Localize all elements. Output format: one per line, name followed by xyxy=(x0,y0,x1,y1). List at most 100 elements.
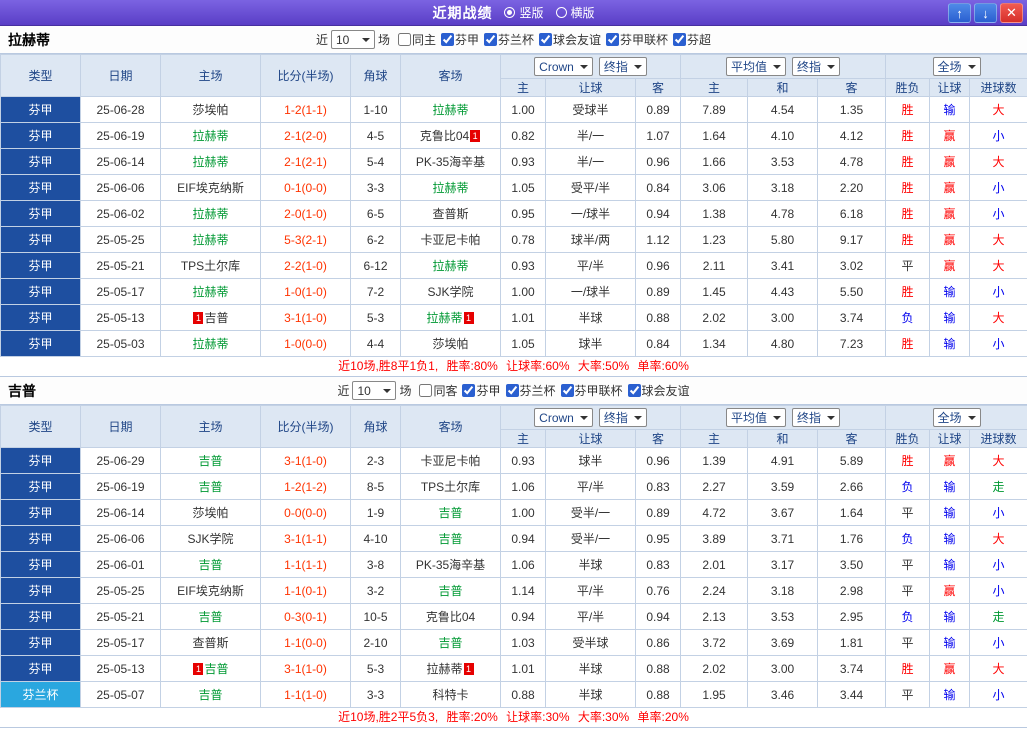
table-row: 芬甲 25-05-17 拉赫蒂 1-0(1-0) 7-2 SJK学院 1.00 一/球半 0.8… xyxy=(0,278,1027,305)
filter-option-3[interactable]: 芬甲联杯 xyxy=(556,382,623,399)
filter-option-1[interactable]: 芬甲 xyxy=(457,382,501,399)
team-link[interactable]: 拉赫蒂 xyxy=(192,207,228,221)
team-link[interactable]: 克鲁比04 xyxy=(426,610,475,624)
team-link[interactable]: 吉普 xyxy=(198,454,222,468)
team-link[interactable]: 吉普 xyxy=(438,506,462,520)
full-match-select[interactable]: 全场 xyxy=(932,408,981,427)
final-odds-select-euro[interactable]: 终指 xyxy=(792,57,841,76)
team-link[interactable]: 拉赫蒂 xyxy=(192,337,228,351)
filter-option-3[interactable]: 球会友谊 xyxy=(534,31,601,48)
final-odds-select-euro[interactable]: 终指 xyxy=(792,408,841,427)
team-link[interactable]: SJK学院 xyxy=(427,285,473,299)
team-link[interactable]: 拉赫蒂 xyxy=(426,311,462,325)
team-link[interactable]: SJK学院 xyxy=(187,532,233,546)
team-link[interactable]: 查普斯 xyxy=(192,636,228,650)
close-button[interactable]: ✕ xyxy=(1000,3,1023,23)
team-link[interactable]: 拉赫蒂 xyxy=(426,662,462,676)
team-link[interactable]: PK-35海辛基 xyxy=(416,558,485,572)
filter-option-2[interactable]: 芬兰杯 xyxy=(479,31,534,48)
filter-option-0[interactable]: 同客 xyxy=(414,382,457,399)
team-link[interactable]: 拉赫蒂 xyxy=(432,103,468,117)
filter-option-4[interactable]: 芬甲联杯 xyxy=(601,31,668,48)
final-odds-select-asian[interactable]: 终指 xyxy=(598,57,647,76)
team-link[interactable]: 拉赫蒂 xyxy=(192,285,228,299)
team-link[interactable]: 科特卡 xyxy=(432,688,468,702)
team-link[interactable]: 卡亚尼卡帕 xyxy=(420,233,480,247)
team-link[interactable]: TPS土尔库 xyxy=(181,259,240,273)
team-link[interactable]: 吉普 xyxy=(438,584,462,598)
filter-checkbox[interactable] xyxy=(397,32,411,46)
team-link[interactable]: EIF埃克纳斯 xyxy=(177,584,244,598)
team-link[interactable]: 查普斯 xyxy=(432,207,468,221)
asian-handicap-cell: 受半球 xyxy=(545,629,636,656)
filter-checkbox[interactable] xyxy=(440,32,454,46)
col-corners: 角球 xyxy=(350,405,401,448)
summary-text: 近10场,胜2平5负3, 胜率:20% 让球率:30% 大率:30% 单率:20… xyxy=(338,710,689,724)
team-link[interactable]: 莎埃帕 xyxy=(432,337,468,351)
team-link[interactable]: 吉普 xyxy=(438,636,462,650)
euro-draw-odds-cell: 3.71 xyxy=(747,525,819,552)
radio-vertical-layout[interactable]: 竖版 xyxy=(504,4,544,21)
team-link[interactable]: 莎埃帕 xyxy=(192,506,228,520)
scroll-down-button[interactable]: ↓ xyxy=(974,3,997,23)
filter-option-0[interactable]: 同主 xyxy=(393,31,436,48)
team-link[interactable]: 吉普 xyxy=(204,311,228,325)
filter-option-5[interactable]: 芬超 xyxy=(668,31,711,48)
average-select[interactable]: 平均值 xyxy=(726,408,787,427)
recent-count-select[interactable]: 10 xyxy=(352,381,397,400)
filter-checkbox[interactable] xyxy=(484,32,497,46)
team-link[interactable]: 拉赫蒂 xyxy=(192,155,228,169)
filter-checkbox[interactable] xyxy=(539,32,553,46)
filter-checkbox[interactable] xyxy=(419,383,433,397)
team-link[interactable]: 克鲁比04 xyxy=(420,129,469,143)
team-link[interactable]: TPS土尔库 xyxy=(421,480,480,494)
team-link[interactable]: 卡亚尼卡帕 xyxy=(420,454,480,468)
team-link[interactable]: 吉普 xyxy=(198,558,222,572)
full-match-select[interactable]: 全场 xyxy=(932,57,981,76)
filter-checkboxes: 同主 芬甲 芬兰杯 球会友谊 芬甲联杯 芬超 xyxy=(393,31,711,49)
date-cell: 25-05-03 xyxy=(80,330,161,357)
team-link[interactable]: 拉赫蒂 xyxy=(432,259,468,273)
euro-away-odds-cell: 4.12 xyxy=(817,122,887,149)
team-link[interactable]: PK-35海辛基 xyxy=(416,155,485,169)
filter-checkbox[interactable] xyxy=(627,383,641,397)
team-link[interactable]: 拉赫蒂 xyxy=(432,181,468,195)
filter-checkbox[interactable] xyxy=(505,383,519,397)
asian-handicap-cell: 球半 xyxy=(545,330,636,357)
asian-home-odds-cell: 0.82 xyxy=(500,122,546,149)
team-section: 吉普 近 10 场 同客 芬甲 芬兰杯 芬甲联杯 球会友谊 类型 日期 主场 比… xyxy=(0,377,1027,728)
filter-option-2[interactable]: 芬兰杯 xyxy=(501,382,556,399)
average-select[interactable]: 平均值 xyxy=(726,57,787,76)
bookmaker-select[interactable]: Crown xyxy=(534,408,593,427)
filter-checkbox[interactable] xyxy=(673,32,687,46)
team-link[interactable]: EIF埃克纳斯 xyxy=(177,181,244,195)
table-row: 芬甲 25-05-13 1 吉普 3-1(1-0) 5-3 拉赫蒂 1 1.01 半球 0.88 2.… xyxy=(0,304,1027,331)
filter-option-1[interactable]: 芬甲 xyxy=(436,31,479,48)
scroll-up-button[interactable]: ↑ xyxy=(948,3,971,23)
filter-checkbox[interactable] xyxy=(606,32,620,46)
team-link[interactable]: 吉普 xyxy=(198,610,222,624)
bookmaker-select[interactable]: Crown xyxy=(534,57,593,76)
filter-checkbox[interactable] xyxy=(462,383,476,397)
team-link[interactable]: 吉普 xyxy=(198,688,222,702)
filter-option-label: 芬兰杯 xyxy=(519,383,556,398)
team-link[interactable]: 拉赫蒂 xyxy=(192,129,228,143)
team-link[interactable]: 拉赫蒂 xyxy=(192,233,228,247)
recent-count-select[interactable]: 10 xyxy=(330,30,375,49)
team-link[interactable]: 吉普 xyxy=(204,662,228,676)
team-link[interactable]: 莎埃帕 xyxy=(192,103,228,117)
euro-draw-odds-cell: 3.00 xyxy=(747,304,819,331)
final-odds-select-asian[interactable]: 终指 xyxy=(598,408,647,427)
corners-cell: 1-10 xyxy=(350,96,401,123)
asian-home-odds-cell: 0.95 xyxy=(500,200,546,227)
radio-horizontal-layout[interactable]: 横版 xyxy=(555,4,595,21)
away-team-cell: 查普斯 xyxy=(400,200,501,227)
radio-unselected-icon xyxy=(555,7,567,18)
home-team-cell: 吉普 xyxy=(160,551,261,578)
team-link[interactable]: 吉普 xyxy=(438,532,462,546)
filter-checkbox[interactable] xyxy=(560,383,574,397)
away-team-cell: 吉普 xyxy=(400,499,501,526)
filter-option-4[interactable]: 球会友谊 xyxy=(623,382,690,399)
team-link[interactable]: 吉普 xyxy=(198,480,222,494)
date-cell: 25-05-07 xyxy=(80,681,161,708)
